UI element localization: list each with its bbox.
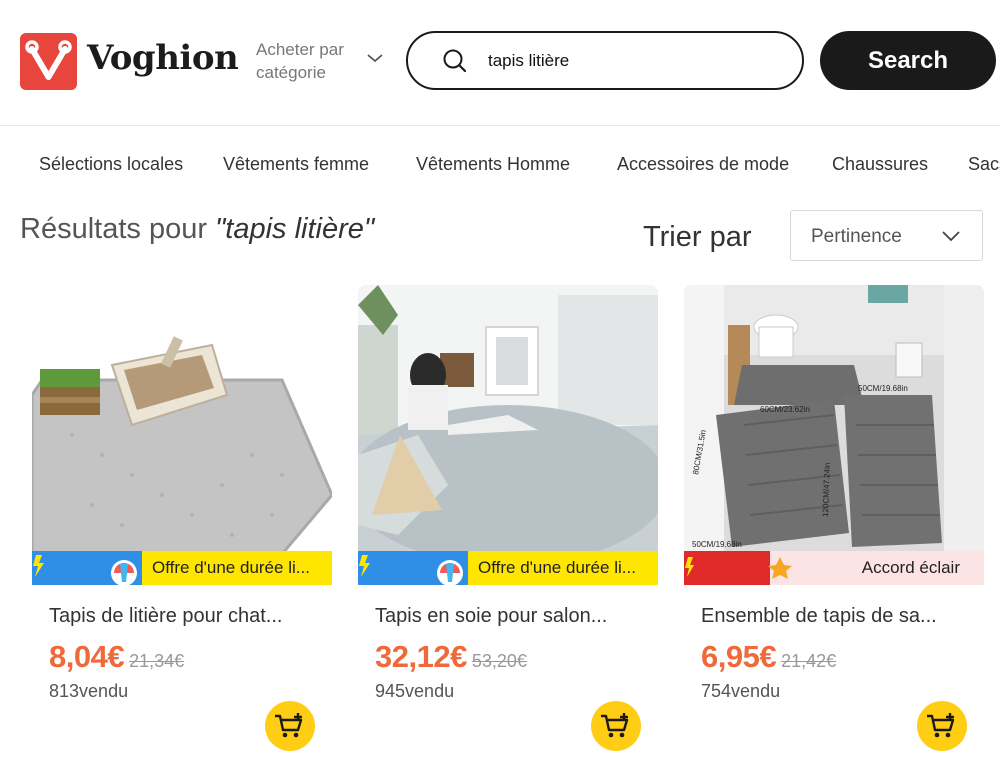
product-title[interactable]: Tapis de litière pour chat... [49, 605, 319, 628]
sold-number: 754 [701, 681, 732, 701]
add-to-cart-icon [927, 713, 955, 738]
deal-text: Offre d'une durée li... [142, 551, 332, 585]
brand-name[interactable]: Voghion [87, 38, 239, 78]
mat-dimension-label: 50CM/19.68in [858, 384, 908, 393]
sold-count: 754vendu [701, 681, 780, 702]
mat-dimension-label: 60CM/23.62in [760, 405, 810, 414]
sold-count: 945vendu [375, 681, 454, 702]
product-image[interactable] [32, 285, 332, 585]
product-price: 6,95€ [701, 639, 777, 674]
sort-dropdown[interactable]: Pertinence [790, 210, 983, 261]
product-card[interactable]: Offre d'une durée li... Tapis en soie po… [358, 285, 658, 755]
sold-label: vendu [79, 681, 129, 701]
deal-text: Offre d'une durée li... [468, 551, 658, 585]
product-title[interactable]: Tapis en soie pour salon... [375, 605, 645, 628]
search-icon [443, 49, 467, 73]
nav-item-vetements-homme[interactable]: Vêtements Homme [416, 154, 570, 175]
nav-item-chaussures[interactable]: Chaussures [832, 154, 928, 175]
product-old-price: 53,20€ [471, 651, 527, 671]
product-title[interactable]: Ensemble de tapis de sa... [701, 605, 971, 628]
nav-item-selections-locales[interactable]: Sélections locales [39, 154, 183, 175]
site-header: Voghion Acheter par catégorie Search [0, 0, 1000, 126]
add-to-cart-button[interactable] [917, 701, 967, 751]
search-input[interactable] [488, 47, 778, 75]
lightning-deal-badge-icon [32, 551, 142, 585]
nav-item-sacs[interactable]: Sacs [968, 154, 1000, 175]
product-image[interactable] [358, 285, 658, 585]
deal-text: Accord éclair [794, 551, 984, 585]
category-label-line2: catégorie [256, 63, 326, 82]
nav-item-accessoires-de-mode[interactable]: Accessoires de mode [617, 154, 789, 175]
category-label: Acheter par catégorie [256, 38, 344, 84]
deal-banner: Offre d'une durée li... [32, 551, 332, 585]
price-row: 32,12€ 53,20€ [375, 639, 527, 675]
category-nav: Sélections locales Vêtements femme Vêtem… [0, 127, 1000, 201]
search-button[interactable]: Search [820, 31, 996, 90]
mat-dimension-label: 120CM/47.24in [821, 463, 832, 518]
product-price: 32,12€ [375, 639, 467, 674]
product-price: 8,04€ [49, 639, 125, 674]
add-to-cart-button[interactable] [591, 701, 641, 751]
sort-label: Trier par [643, 221, 752, 253]
product-old-price: 21,34€ [129, 651, 185, 671]
voghion-logo-icon[interactable] [20, 33, 77, 90]
deal-banner: Accord éclair [684, 551, 984, 585]
price-row: 8,04€ 21,34€ [49, 639, 184, 675]
category-label-line1: Acheter par [256, 40, 344, 59]
sold-label: vendu [405, 681, 455, 701]
product-card[interactable]: 60CM/23.62in 50CM/19.68in 80CM/31.5in 12… [684, 285, 984, 755]
sold-count: 813vendu [49, 681, 128, 702]
lightning-deal-badge-icon [684, 551, 794, 585]
add-to-cart-button[interactable] [265, 701, 315, 751]
sort-value: Pertinence [811, 226, 902, 247]
sold-number: 945 [375, 681, 406, 701]
sold-label: vendu [731, 681, 781, 701]
product-image[interactable]: 60CM/23.62in 50CM/19.68in 80CM/31.5in 12… [684, 285, 984, 585]
nav-item-vetements-femme[interactable]: Vêtements femme [223, 154, 369, 175]
results-heading: Résultats pour "tapis litière" [20, 213, 374, 246]
add-to-cart-icon [601, 713, 629, 738]
results-prefix: Résultats pour [20, 213, 207, 245]
product-card[interactable]: Offre d'une durée li... Tapis de litière… [32, 285, 332, 755]
chevron-down-icon[interactable] [366, 52, 384, 64]
chevron-down-icon [942, 231, 960, 242]
add-to-cart-icon [275, 713, 303, 738]
results-query: "tapis litière" [215, 213, 375, 245]
sold-number: 813 [49, 681, 80, 701]
mat-dimension-label: 50CM/19.68in [692, 540, 742, 549]
price-row: 6,95€ 21,42€ [701, 639, 836, 675]
search-bar [406, 31, 804, 90]
lightning-deal-badge-icon [358, 551, 468, 585]
deal-banner: Offre d'une durée li... [358, 551, 658, 585]
product-old-price: 21,42€ [781, 651, 837, 671]
